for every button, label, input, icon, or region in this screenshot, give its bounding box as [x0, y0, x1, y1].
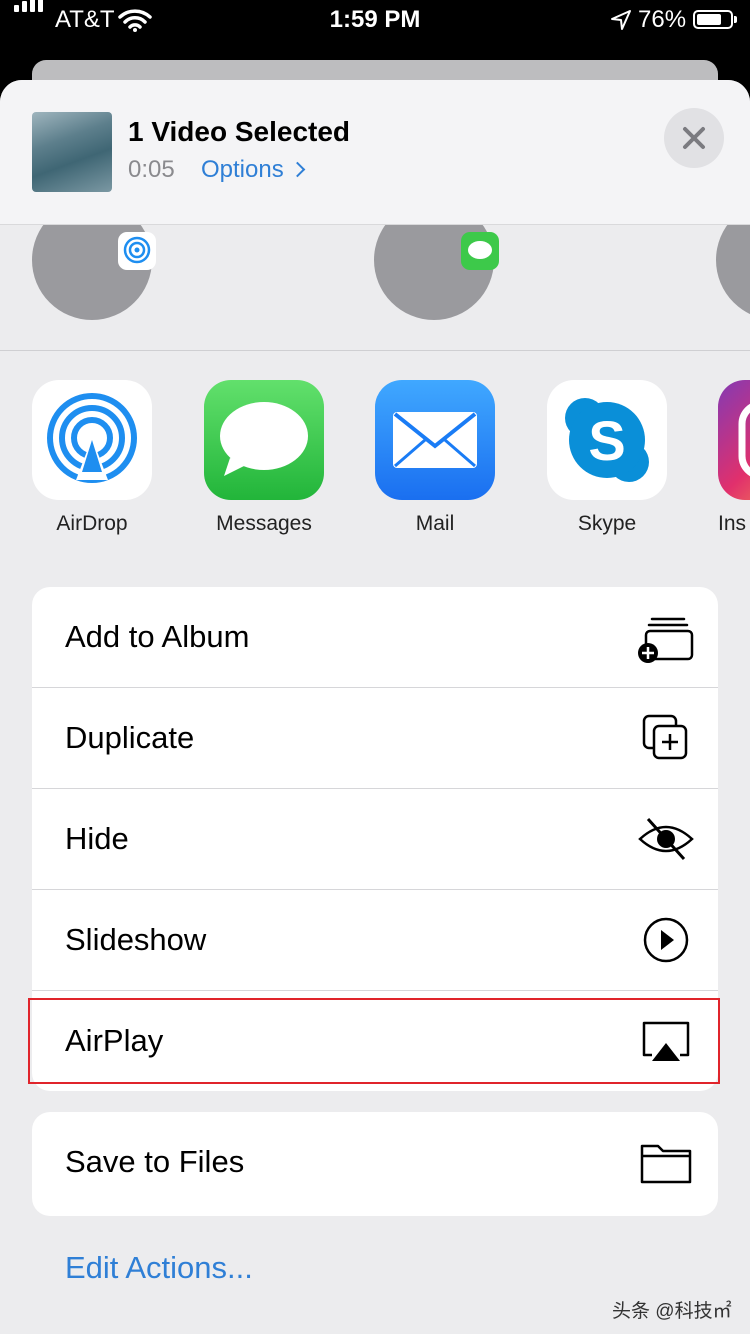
airdrop-icon — [32, 380, 152, 500]
messages-icon — [204, 380, 324, 500]
options-link[interactable]: Options — [201, 156, 305, 184]
app-label: Ins — [718, 512, 747, 535]
app-skype[interactable]: S Skype — [547, 380, 667, 536]
app-label: Messages — [216, 512, 312, 535]
action-add-to-album[interactable]: Add to Album — [32, 587, 718, 688]
hide-eye-icon — [638, 817, 694, 861]
close-icon — [683, 127, 705, 149]
action-save-to-files[interactable]: Save to Files — [32, 1112, 718, 1216]
share-sheet: 1 Video Selected 0:05 Options AirDrop Me… — [0, 80, 750, 1334]
actions-group-files: Save to Files — [32, 1112, 718, 1216]
watermark: 头条 @科技㎡ — [612, 1301, 732, 1322]
app-label: Skype — [577, 512, 637, 535]
edit-actions-link[interactable]: Edit Actions... — [65, 1250, 253, 1286]
battery-percent: 76% — [638, 6, 687, 33]
folder-icon — [640, 1144, 692, 1184]
action-label: Slideshow — [65, 922, 207, 957]
add-to-album-icon — [638, 617, 694, 663]
messages-badge-icon — [461, 232, 499, 270]
status-bar: AT&T 1:59 PM 76% — [0, 0, 750, 44]
duplicate-icon — [642, 714, 688, 760]
action-hide[interactable]: Hide — [32, 789, 718, 890]
video-duration: 0:05 — [128, 156, 175, 183]
close-button[interactable] — [664, 108, 724, 168]
app-messages[interactable]: Messages — [204, 380, 324, 536]
app-airdrop[interactable]: AirDrop — [32, 380, 152, 536]
action-slideshow[interactable]: Slideshow — [32, 890, 718, 991]
app-mail[interactable]: Mail — [375, 380, 495, 536]
app-label: AirDrop — [56, 512, 128, 535]
instagram-icon — [718, 380, 750, 500]
svg-text:S: S — [588, 409, 625, 472]
selection-title: 1 Video Selected — [128, 116, 351, 147]
airplay-highlight-box — [28, 998, 720, 1084]
app-label: Mail — [415, 512, 455, 535]
action-label: Duplicate — [65, 720, 195, 755]
action-label: Hide — [65, 821, 129, 856]
options-label: Options — [201, 156, 284, 183]
section-divider — [0, 350, 750, 351]
share-header: 1 Video Selected 0:05 Options — [0, 80, 750, 225]
action-label: Add to Album — [65, 619, 250, 654]
airdrop-badge-icon — [118, 232, 156, 270]
skype-icon: S — [547, 380, 667, 500]
mail-icon — [375, 380, 495, 500]
location-icon — [611, 10, 631, 30]
app-instagram[interactable]: Ins — [718, 380, 750, 536]
video-thumbnail — [32, 112, 112, 192]
battery-icon — [693, 10, 737, 29]
chevron-right-icon — [289, 161, 305, 178]
action-duplicate[interactable]: Duplicate — [32, 688, 718, 789]
action-label: Save to Files — [65, 1144, 245, 1179]
play-icon — [643, 917, 689, 963]
